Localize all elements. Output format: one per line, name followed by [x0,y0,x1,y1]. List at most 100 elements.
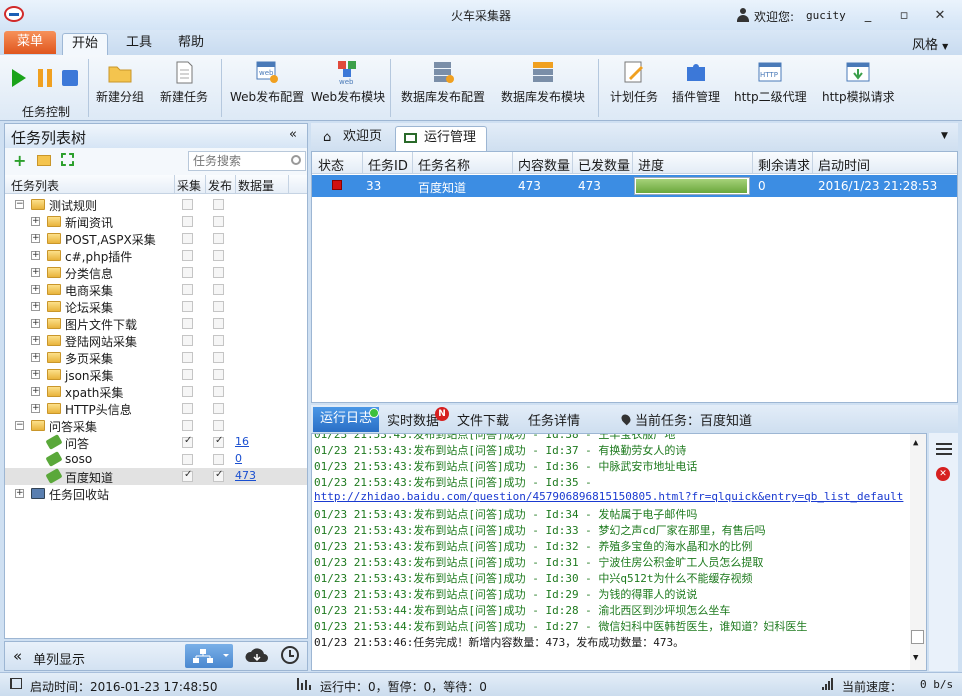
scroll-down-icon[interactable]: ▼ [913,653,918,663]
expand-icon[interactable]: + [31,268,40,277]
publish-checkbox[interactable] [213,369,224,380]
expand-all-icon[interactable] [61,153,74,166]
log-scrollbar[interactable]: ▲ ▼ [910,434,926,670]
publish-checkbox[interactable] [213,435,224,448]
menu-icon[interactable] [936,443,952,455]
collect-checkbox[interactable] [182,454,193,465]
chevron-down-icon[interactable]: ▼ [941,131,948,141]
tab-file-download[interactable]: 文件下载 [457,410,509,429]
collect-checkbox[interactable] [182,301,193,312]
collect-checkbox[interactable] [182,216,193,227]
single-column-label[interactable]: 单列显示 [33,649,85,668]
collapse-panel-icon[interactable]: « [289,127,297,142]
column-publish[interactable]: 发布 [208,177,232,194]
tab-task-detail[interactable]: 任务详情 [528,410,580,429]
style-menu[interactable]: 风格 ▼ [912,34,948,53]
expand-icon[interactable]: + [31,251,40,260]
tree-view-button[interactable] [185,644,233,668]
publish-checkbox[interactable] [213,386,224,397]
publish-checkbox[interactable] [213,199,224,210]
close-button[interactable]: ✕ [932,9,948,23]
expand-icon[interactable]: + [31,336,40,345]
tab-tools[interactable]: 工具 [124,33,154,55]
tree-row[interactable]: + POST,ASPX采集 [5,230,307,247]
expand-icon[interactable]: + [31,404,40,413]
collect-checkbox[interactable] [182,267,193,278]
collapse-icon[interactable]: − [15,421,24,430]
web-publish-module-button[interactable]: web Web发布模块 [311,59,385,105]
schedule-button[interactable]: 计划任务 [610,59,658,105]
publish-checkbox[interactable] [213,301,224,312]
tab-running[interactable]: 运行管理 [395,126,487,151]
tab-welcome[interactable]: ⌂ 欢迎页 [315,126,393,151]
publish-checkbox[interactable] [213,233,224,244]
expand-icon[interactable]: + [31,285,40,294]
tab-help[interactable]: 帮助 [176,33,206,55]
publish-checkbox[interactable] [213,284,224,295]
tree-row[interactable]: 百度知道 473 [5,468,307,485]
search-icon[interactable] [291,155,301,165]
table-row[interactable]: 33 百度知道 473 473 0 2016/1/23 21:28:53 [312,175,957,197]
header-sent-count[interactable]: 已发数量 [578,155,630,174]
tree-row[interactable]: + 多页采集 [5,349,307,366]
publish-checkbox[interactable] [213,335,224,346]
cloud-download-icon[interactable] [245,646,269,666]
tree-row[interactable]: + 新闻资讯 [5,213,307,230]
collect-checkbox[interactable] [182,352,193,363]
scroll-up-icon[interactable]: ▲ [913,438,918,448]
double-left-icon[interactable]: « [13,647,22,665]
pause-button[interactable] [38,69,52,87]
publish-checkbox[interactable] [213,420,224,431]
publish-checkbox[interactable] [213,403,224,414]
publish-checkbox[interactable] [213,250,224,261]
tree-row[interactable]: − 测试规则 [5,196,307,213]
tree-row[interactable]: + c#,php插件 [5,247,307,264]
collect-checkbox[interactable] [182,335,193,346]
tab-start[interactable]: 开始 [62,33,108,55]
plugins-button[interactable]: 插件管理 [672,59,720,105]
new-task-button[interactable]: 新建任务 [160,59,208,105]
expand-icon[interactable]: + [31,302,40,311]
minimize-button[interactable]: _ [860,9,876,23]
collect-checkbox[interactable] [182,199,193,210]
web-publish-config-button[interactable]: web Web发布配置 [230,59,304,105]
publish-checkbox[interactable] [213,454,224,465]
folder-icon[interactable] [37,155,51,166]
column-data-count[interactable]: 数据量 [238,177,274,194]
tree-row[interactable]: + 登陆网站采集 [5,332,307,349]
expand-icon[interactable]: + [31,370,40,379]
tree-row[interactable]: + 任务回收站 [5,485,307,502]
collect-checkbox[interactable] [182,284,193,295]
data-count-link[interactable]: 0 [235,452,242,465]
collect-checkbox[interactable] [182,369,193,380]
task-search-input[interactable] [188,151,306,171]
data-count-link[interactable]: 16 [235,435,249,448]
db-publish-module-button[interactable]: 数据库发布模块 [501,59,585,105]
expand-icon[interactable]: + [15,489,24,498]
header-remaining[interactable]: 剩余请求 [758,155,810,174]
expand-icon[interactable]: + [31,319,40,328]
new-group-button[interactable]: 新建分组 [96,59,144,105]
header-progress[interactable]: 进度 [638,155,664,174]
expand-icon[interactable]: + [31,387,40,396]
menu-button[interactable]: 菜单 [4,31,56,54]
header-status[interactable]: 状态 [318,155,344,174]
maximize-button[interactable]: ▫ [896,9,912,23]
tree-row[interactable]: soso 0 [5,451,307,468]
stop-button[interactable] [62,70,78,86]
tab-realtime-data[interactable]: 实时数据 [387,410,439,429]
tree-row[interactable]: + HTTP头信息 [5,400,307,417]
publish-checkbox[interactable] [213,216,224,227]
collect-checkbox[interactable] [182,318,193,329]
http-simulate-button[interactable]: http模拟请求 [822,59,895,105]
publish-checkbox[interactable] [213,469,224,482]
collect-checkbox[interactable] [182,469,193,482]
publish-checkbox[interactable] [213,352,224,363]
expand-icon[interactable]: + [31,217,40,226]
expand-icon[interactable]: + [31,353,40,362]
add-icon[interactable]: + [13,151,26,170]
header-content-count[interactable]: 内容数量 [518,155,570,174]
http-proxy-button[interactable]: HTTP http二级代理 [734,59,807,105]
collect-checkbox[interactable] [182,420,193,431]
tree-row[interactable]: 问答 16 [5,434,307,451]
